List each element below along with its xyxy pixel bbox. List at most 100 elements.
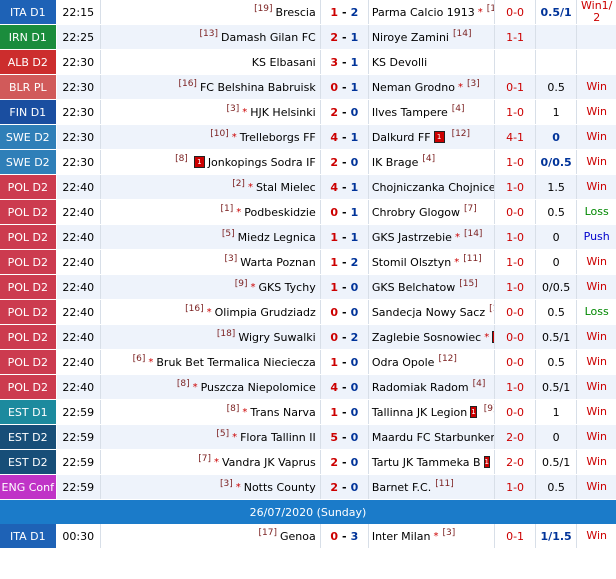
league-badge[interactable]: SWE D2 — [0, 150, 57, 174]
score[interactable]: 1 - 1 — [321, 225, 369, 249]
score[interactable]: 2 - 0 — [321, 475, 369, 499]
home-team-name[interactable]: Podbeskidzie — [244, 206, 315, 219]
home-team-name[interactable]: Trelleborgs FF — [240, 131, 316, 144]
home-team-name[interactable]: Brescia — [276, 6, 316, 19]
away-team-cell[interactable]: Odra Opole [12] — [369, 350, 496, 374]
table-row[interactable]: POL D2 22:40 [3] Warta Poznan 1 - 2 Stom… — [0, 250, 616, 275]
away-team-name[interactable]: IK Brage — [372, 156, 419, 169]
home-team-cell[interactable]: [3] * Notts County — [101, 475, 321, 499]
table-row[interactable]: POL D2 22:40 [2] * Stal Mielec 4 - 1 Cho… — [0, 175, 616, 200]
away-team-name[interactable]: Radomiak Radom — [372, 381, 469, 394]
home-team-cell[interactable]: [8] 1 Jonkopings Sodra IF — [101, 150, 321, 174]
away-team-name[interactable]: Odra Opole — [372, 356, 435, 369]
league-badge[interactable]: POL D2 — [0, 225, 57, 249]
home-team-name[interactable]: KS Elbasani — [252, 56, 316, 69]
score[interactable]: 2 - 0 — [321, 100, 369, 124]
home-team-name[interactable]: Genoa — [280, 530, 316, 543]
league-badge[interactable]: POL D2 — [0, 350, 57, 374]
table-row[interactable]: ITA D1 00:30 [17] Genoa 0 - 3 Inter Mila… — [0, 524, 616, 549]
home-team-name[interactable]: Stal Mielec — [256, 181, 316, 194]
league-badge[interactable]: POL D2 — [0, 175, 57, 199]
table-row[interactable]: EST D1 22:59 [8] * Trans Narva 1 - 0 Tal… — [0, 400, 616, 425]
home-team-cell[interactable]: [8] * Trans Narva — [101, 400, 321, 424]
home-team-cell[interactable]: [13] Damash Gilan FC — [101, 25, 321, 49]
table-row[interactable]: SWE D2 22:30 [10] * Trelleborgs FF 4 - 1… — [0, 125, 616, 150]
league-badge[interactable]: POL D2 — [0, 275, 57, 299]
home-team-name[interactable]: Wigry Suwalki — [238, 331, 315, 344]
home-team-cell[interactable]: [16] FC Belshina Babruisk — [101, 75, 321, 99]
away-team-cell[interactable]: Tartu JK Tammeka B 1 [8] — [369, 450, 496, 474]
table-row[interactable]: POL D2 22:40 [6] * Bruk Bet Termalica Ni… — [0, 350, 616, 375]
away-team-name[interactable]: GKS Belchatow — [372, 281, 455, 294]
table-row[interactable]: POL D2 22:40 [5] Miedz Legnica 1 - 1 GKS… — [0, 225, 616, 250]
table-row[interactable]: EST D2 22:59 [5] * Flora Tallinn II 5 - … — [0, 425, 616, 450]
score[interactable]: 1 - 0 — [321, 275, 369, 299]
away-team-cell[interactable]: Maardu FC Starbunker [2] — [369, 425, 496, 449]
home-team-cell[interactable]: [19] Brescia — [101, 0, 321, 24]
league-badge[interactable]: EST D2 — [0, 450, 57, 474]
score[interactable]: 2 - 0 — [321, 150, 369, 174]
score[interactable]: 1 - 0 — [321, 350, 369, 374]
score[interactable]: 0 - 1 — [321, 200, 369, 224]
away-team-name[interactable]: Chrobry Glogow — [372, 206, 460, 219]
score[interactable]: 2 - 0 — [321, 450, 369, 474]
score[interactable]: 0 - 2 — [321, 325, 369, 349]
away-team-cell[interactable]: Neman Grodno * [3] — [369, 75, 496, 99]
away-team-cell[interactable]: Sandecja Nowy Sacz [10] — [369, 300, 496, 324]
home-team-cell[interactable]: [17] Genoa — [101, 524, 321, 548]
score[interactable]: 4 - 1 — [321, 175, 369, 199]
away-team-cell[interactable]: Tallinna JK Legion 1 [9] — [369, 400, 496, 424]
home-team-name[interactable]: Olimpia Grudziadz — [215, 306, 316, 319]
home-team-name[interactable]: Puszcza Niepolomice — [201, 381, 316, 394]
away-team-cell[interactable]: KS Devolli — [369, 50, 496, 74]
home-team-name[interactable]: Trans Narva — [250, 406, 315, 419]
score[interactable]: 4 - 0 — [321, 375, 369, 399]
table-row[interactable]: POL D2 22:40 [18] Wigry Suwalki 0 - 2 Za… — [0, 325, 616, 350]
away-team-cell[interactable]: Chojniczanka Chojnice [17] — [369, 175, 496, 199]
league-badge[interactable]: POL D2 — [0, 250, 57, 274]
league-badge[interactable]: ENG Conf — [0, 475, 57, 499]
away-team-cell[interactable]: Barnet F.C. [11] — [369, 475, 496, 499]
away-team-cell[interactable]: Ilves Tampere [4] — [369, 100, 496, 124]
score[interactable]: 0 - 0 — [321, 300, 369, 324]
away-team-cell[interactable]: Chrobry Glogow [7] — [369, 200, 496, 224]
score[interactable]: 1 - 2 — [321, 0, 369, 24]
home-team-cell[interactable]: KS Elbasani — [101, 50, 321, 74]
league-badge[interactable]: IRN D1 — [0, 25, 57, 49]
away-team-cell[interactable]: Zaglebie Sosnowiec * 1 [13] — [369, 325, 496, 349]
league-badge[interactable]: POL D2 — [0, 375, 57, 399]
away-team-cell[interactable]: Niroye Zamini [14] — [369, 25, 496, 49]
table-row[interactable]: POL D2 22:40 [9] * GKS Tychy 1 - 0 GKS B… — [0, 275, 616, 300]
home-team-name[interactable]: GKS Tychy — [258, 281, 315, 294]
home-team-name[interactable]: Flora Tallinn II — [240, 431, 316, 444]
home-team-cell[interactable]: [6] * Bruk Bet Termalica Nieciecza — [101, 350, 321, 374]
league-badge[interactable]: ITA D1 — [0, 524, 57, 548]
table-row[interactable]: SWE D2 22:30 [8] 1 Jonkopings Sodra IF 2… — [0, 150, 616, 175]
league-badge[interactable]: EST D2 — [0, 425, 57, 449]
home-team-name[interactable]: Jonkopings Sodra IF — [208, 156, 316, 169]
home-team-name[interactable]: Warta Poznan — [240, 256, 315, 269]
table-row[interactable]: FIN D1 22:30 [3] * HJK Helsinki 2 - 0 Il… — [0, 100, 616, 125]
away-team-name[interactable]: Stomil Olsztyn — [372, 256, 451, 269]
score[interactable]: 0 - 1 — [321, 75, 369, 99]
league-badge[interactable]: ITA D1 — [0, 0, 57, 24]
score[interactable]: 2 - 1 — [321, 25, 369, 49]
league-badge[interactable]: BLR PL — [0, 75, 57, 99]
table-row[interactable]: POL D2 22:40 [1] * Podbeskidzie 0 - 1 Ch… — [0, 200, 616, 225]
league-badge[interactable]: ALB D2 — [0, 50, 57, 74]
home-team-name[interactable]: HJK Helsinki — [250, 106, 316, 119]
score[interactable]: 1 - 2 — [321, 250, 369, 274]
home-team-cell[interactable]: [8] * Puszcza Niepolomice — [101, 375, 321, 399]
away-team-name[interactable]: Ilves Tampere — [372, 106, 448, 119]
home-team-name[interactable]: Vandra JK Vaprus — [222, 456, 316, 469]
league-badge[interactable]: FIN D1 — [0, 100, 57, 124]
home-team-cell[interactable]: [10] * Trelleborgs FF — [101, 125, 321, 149]
away-team-name[interactable]: Tartu JK Tammeka B — [372, 456, 481, 469]
away-team-name[interactable]: Maardu FC Starbunker — [372, 431, 494, 444]
away-team-cell[interactable]: IK Brage [4] — [369, 150, 496, 174]
home-team-cell[interactable]: [7] * Vandra JK Vaprus — [101, 450, 321, 474]
away-team-name[interactable]: Niroye Zamini — [372, 31, 449, 44]
away-team-name[interactable]: Parma Calcio 1913 — [372, 6, 475, 19]
home-team-name[interactable]: FC Belshina Babruisk — [200, 81, 316, 94]
away-team-name[interactable]: Sandecja Nowy Sacz — [372, 306, 485, 319]
